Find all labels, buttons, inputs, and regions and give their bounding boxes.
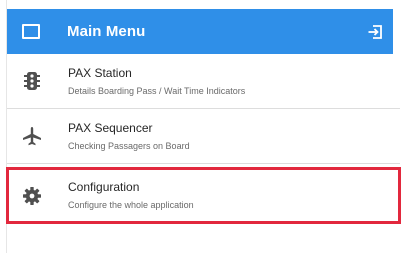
airplane-icon [7, 126, 57, 146]
menu-item-title: PAX Sequencer [68, 120, 153, 135]
menu-button[interactable] [7, 9, 55, 54]
page-title: Main Menu [67, 23, 146, 40]
window-icon [22, 24, 40, 39]
exit-button[interactable] [366, 23, 384, 41]
menu-item-pax-station[interactable]: PAX Station Details Boarding Pass / Wait… [7, 54, 400, 109]
menu-item-title: PAX Station [68, 65, 132, 80]
menu-item-subtitle: Checking Passagers on Board [68, 140, 190, 151]
menu-item-configuration[interactable]: Configuration Configure the whole applic… [6, 167, 401, 224]
gear-icon [7, 186, 57, 206]
traffic-light-icon [7, 71, 57, 91]
app-window: Main Menu PAX Station Details Boarding P… [6, 0, 401, 253]
menu-item-subtitle: Details Boarding Pass / Wait Time Indica… [68, 85, 246, 96]
menu-item-pax-sequencer[interactable]: PAX Sequencer Checking Passagers on Boar… [7, 109, 400, 164]
app-bar: Main Menu [7, 9, 393, 54]
exit-icon [368, 25, 382, 39]
menu-item-subtitle: Configure the whole application [68, 200, 194, 210]
menu-item-title: Configuration [68, 180, 140, 194]
menu-list: PAX Station Details Boarding Pass / Wait… [6, 54, 401, 224]
